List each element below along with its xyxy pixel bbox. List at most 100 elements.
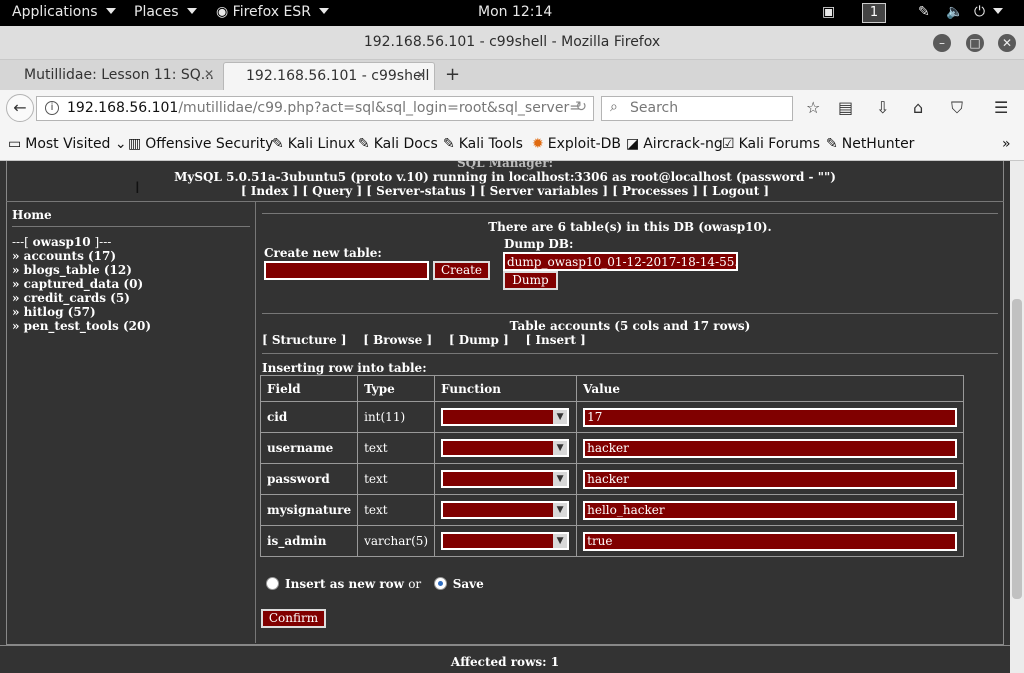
camera-icon[interactable]: ▣ bbox=[822, 4, 835, 20]
browse-link[interactable]: [ Browse ] bbox=[363, 333, 432, 347]
divider bbox=[6, 201, 1004, 202]
function-cell: ▼ bbox=[434, 494, 578, 526]
minimize-icon[interactable]: – bbox=[933, 34, 951, 52]
table-actions: [ Structure ] [ Browse ] [ Dump ] [ Inse… bbox=[262, 333, 586, 347]
function-cell: ▼ bbox=[434, 525, 578, 557]
kali-dragon-icon: ✎ bbox=[826, 136, 838, 152]
bookmark-offensive-security[interactable]: ▥ Offensive Security bbox=[128, 136, 273, 152]
function-select[interactable]: ▼ bbox=[441, 439, 570, 457]
field-name: mysignature bbox=[259, 494, 359, 526]
download-icon[interactable]: ⇩ bbox=[876, 98, 889, 117]
close-icon[interactable]: ✕ bbox=[998, 34, 1016, 52]
hamburger-menu-icon[interactable]: ☰ bbox=[994, 98, 1008, 117]
insert-new-radio[interactable] bbox=[266, 577, 279, 590]
aircrack-icon: ◪ bbox=[626, 136, 640, 152]
function-select[interactable]: ▼ bbox=[441, 532, 570, 550]
back-icon[interactable]: ← bbox=[6, 94, 34, 122]
clock[interactable]: Mon 12:14 bbox=[478, 4, 552, 20]
table-link-accounts[interactable]: » accounts (17) bbox=[12, 249, 250, 263]
dump-filename-input[interactable]: dump_owasp10_01-12-2017-18-14-55.sql bbox=[503, 252, 738, 271]
reload-icon[interactable]: ↻ bbox=[575, 99, 587, 115]
insert-row-table: Field Type Function Value cid int(11) ▼ … bbox=[259, 375, 965, 557]
value-input[interactable]: 17 bbox=[583, 407, 958, 427]
tab-c99shell[interactable]: 192.168.56.101 - c99shell ✕ bbox=[223, 62, 435, 90]
affected-rows-status: Affected rows: 1 bbox=[0, 645, 1010, 673]
bookmark-kali-forums[interactable]: ☑ Kali Forums bbox=[722, 136, 820, 152]
bookmark-nethunter[interactable]: ✎ NetHunter bbox=[826, 136, 914, 152]
db-sidebar: Home ---[ owasp10 ]--- » accounts (17) »… bbox=[12, 208, 250, 333]
bookmark-kali-tools[interactable]: ✎ Kali Tools bbox=[443, 136, 523, 152]
table-link-pen-test-tools[interactable]: » pen_test_tools (20) bbox=[12, 319, 250, 333]
dump-link[interactable]: [ Dump ] bbox=[449, 333, 509, 347]
table-link-credit-cards[interactable]: » credit_cards (5) bbox=[12, 291, 250, 305]
confirm-button[interactable]: Confirm bbox=[261, 609, 326, 628]
bookmarks-overflow-icon[interactable]: » bbox=[1002, 136, 1011, 152]
firefox-app-menu[interactable]: ◉ Firefox ESR bbox=[216, 4, 329, 20]
field-name: password bbox=[259, 463, 359, 495]
pocket-icon[interactable]: ⛉ bbox=[951, 98, 963, 118]
function-select[interactable]: ▼ bbox=[441, 408, 570, 426]
insert-link[interactable]: [ Insert ] bbox=[526, 333, 586, 347]
bookmark-kali-linux[interactable]: ✎ Kali Linux bbox=[272, 136, 355, 152]
value-cell: hello_hacker bbox=[576, 494, 965, 526]
insert-mode-options: Insert as new row or Save bbox=[266, 577, 484, 591]
bookmark-aircrack-ng[interactable]: ◪ Aircrack-ng bbox=[626, 136, 723, 152]
scrollbar-thumb[interactable] bbox=[1012, 299, 1022, 599]
pen-icon[interactable]: ✎ bbox=[918, 4, 930, 20]
function-select[interactable]: ▼ bbox=[441, 501, 570, 519]
create-table-input[interactable] bbox=[264, 261, 429, 280]
server-info: MySQL 5.0.51a-3ubuntu5 (proto v.10) runn… bbox=[174, 170, 836, 184]
bookmark-exploit-db[interactable]: ✹ Exploit-DB bbox=[532, 136, 621, 152]
reader-list-icon[interactable]: ▤ bbox=[838, 98, 853, 117]
divider bbox=[262, 313, 998, 314]
search-input[interactable]: ⌕ Search bbox=[601, 96, 793, 121]
maximize-icon[interactable]: □ bbox=[966, 34, 984, 52]
bookmark-star-icon[interactable]: ☆ bbox=[806, 98, 820, 117]
structure-link[interactable]: [ Structure ] bbox=[262, 333, 347, 347]
bookmark-most-visited[interactable]: ▭ Most Visited ⌄ bbox=[8, 136, 127, 152]
chevron-down-icon: ▼ bbox=[553, 534, 568, 548]
save-label: Save bbox=[452, 577, 484, 591]
url-bar[interactable]: i 192.168.56.101/mutillidae/c99.php?act=… bbox=[36, 96, 594, 121]
tab-mutillidae[interactable]: Mutillidae: Lesson 11: SQ... ✕ bbox=[2, 62, 222, 90]
firefox-icon: ◉ bbox=[216, 4, 229, 20]
places-menu[interactable]: Places bbox=[134, 4, 197, 20]
close-tab-icon[interactable]: ✕ bbox=[204, 67, 214, 81]
power-icon[interactable]: ⏻ bbox=[974, 4, 1004, 20]
table-link-blogs[interactable]: » blogs_table (12) bbox=[12, 263, 250, 277]
value-input[interactable]: true bbox=[583, 531, 958, 551]
table-link-captured-data[interactable]: » captured_data (0) bbox=[12, 277, 250, 291]
column-header: Value bbox=[576, 375, 965, 402]
value-input[interactable]: hacker bbox=[583, 469, 958, 489]
value-cell: hacker bbox=[576, 463, 965, 495]
db-header[interactable]: ---[ owasp10 ]--- bbox=[12, 235, 250, 249]
applications-menu[interactable]: Applications bbox=[12, 4, 116, 20]
dump-button[interactable]: Dump bbox=[503, 271, 558, 290]
sql-menu[interactable]: [ Index ] [ Query ] [ Server-status ] [ … bbox=[0, 184, 1010, 198]
home-icon[interactable]: ⌂ bbox=[913, 98, 923, 117]
create-table-label: Create new table: bbox=[264, 246, 382, 260]
new-tab-icon[interactable]: + bbox=[445, 64, 460, 85]
table-link-hitlog[interactable]: » hitlog (57) bbox=[12, 305, 250, 319]
window-titlebar: 192.168.56.101 - c99shell - Mozilla Fire… bbox=[0, 26, 1024, 60]
create-button[interactable]: Create bbox=[433, 261, 490, 280]
column-header: Field bbox=[259, 375, 359, 402]
function-select[interactable]: ▼ bbox=[441, 470, 570, 488]
page-scrollbar[interactable] bbox=[1010, 161, 1024, 673]
window-title: 192.168.56.101 - c99shell - Mozilla Fire… bbox=[363, 34, 661, 50]
bookmark-kali-docs[interactable]: ✎ Kali Docs bbox=[358, 136, 438, 152]
info-icon[interactable]: i bbox=[45, 101, 59, 115]
volume-icon[interactable]: 🔈 bbox=[946, 4, 963, 20]
save-radio[interactable] bbox=[433, 577, 447, 590]
chevron-down-icon: ▼ bbox=[553, 472, 568, 486]
home-link[interactable]: Home bbox=[12, 208, 250, 227]
folder-icon: ▭ bbox=[8, 136, 22, 152]
close-tab-icon[interactable]: ✕ bbox=[416, 68, 426, 82]
tab-strip: Mutillidae: Lesson 11: SQ... ✕ 192.168.5… bbox=[0, 60, 1024, 90]
sql-manager-title: SQL Manager: bbox=[456, 161, 554, 170]
value-input[interactable]: hacker bbox=[583, 438, 958, 458]
c99shell-page: SQL Manager: MySQL 5.0.51a-3ubuntu5 (pro… bbox=[0, 161, 1010, 673]
chevron-down-icon bbox=[186, 8, 197, 14]
workspace-indicator[interactable]: 1 bbox=[862, 3, 886, 23]
value-input[interactable]: hello_hacker bbox=[583, 500, 958, 520]
